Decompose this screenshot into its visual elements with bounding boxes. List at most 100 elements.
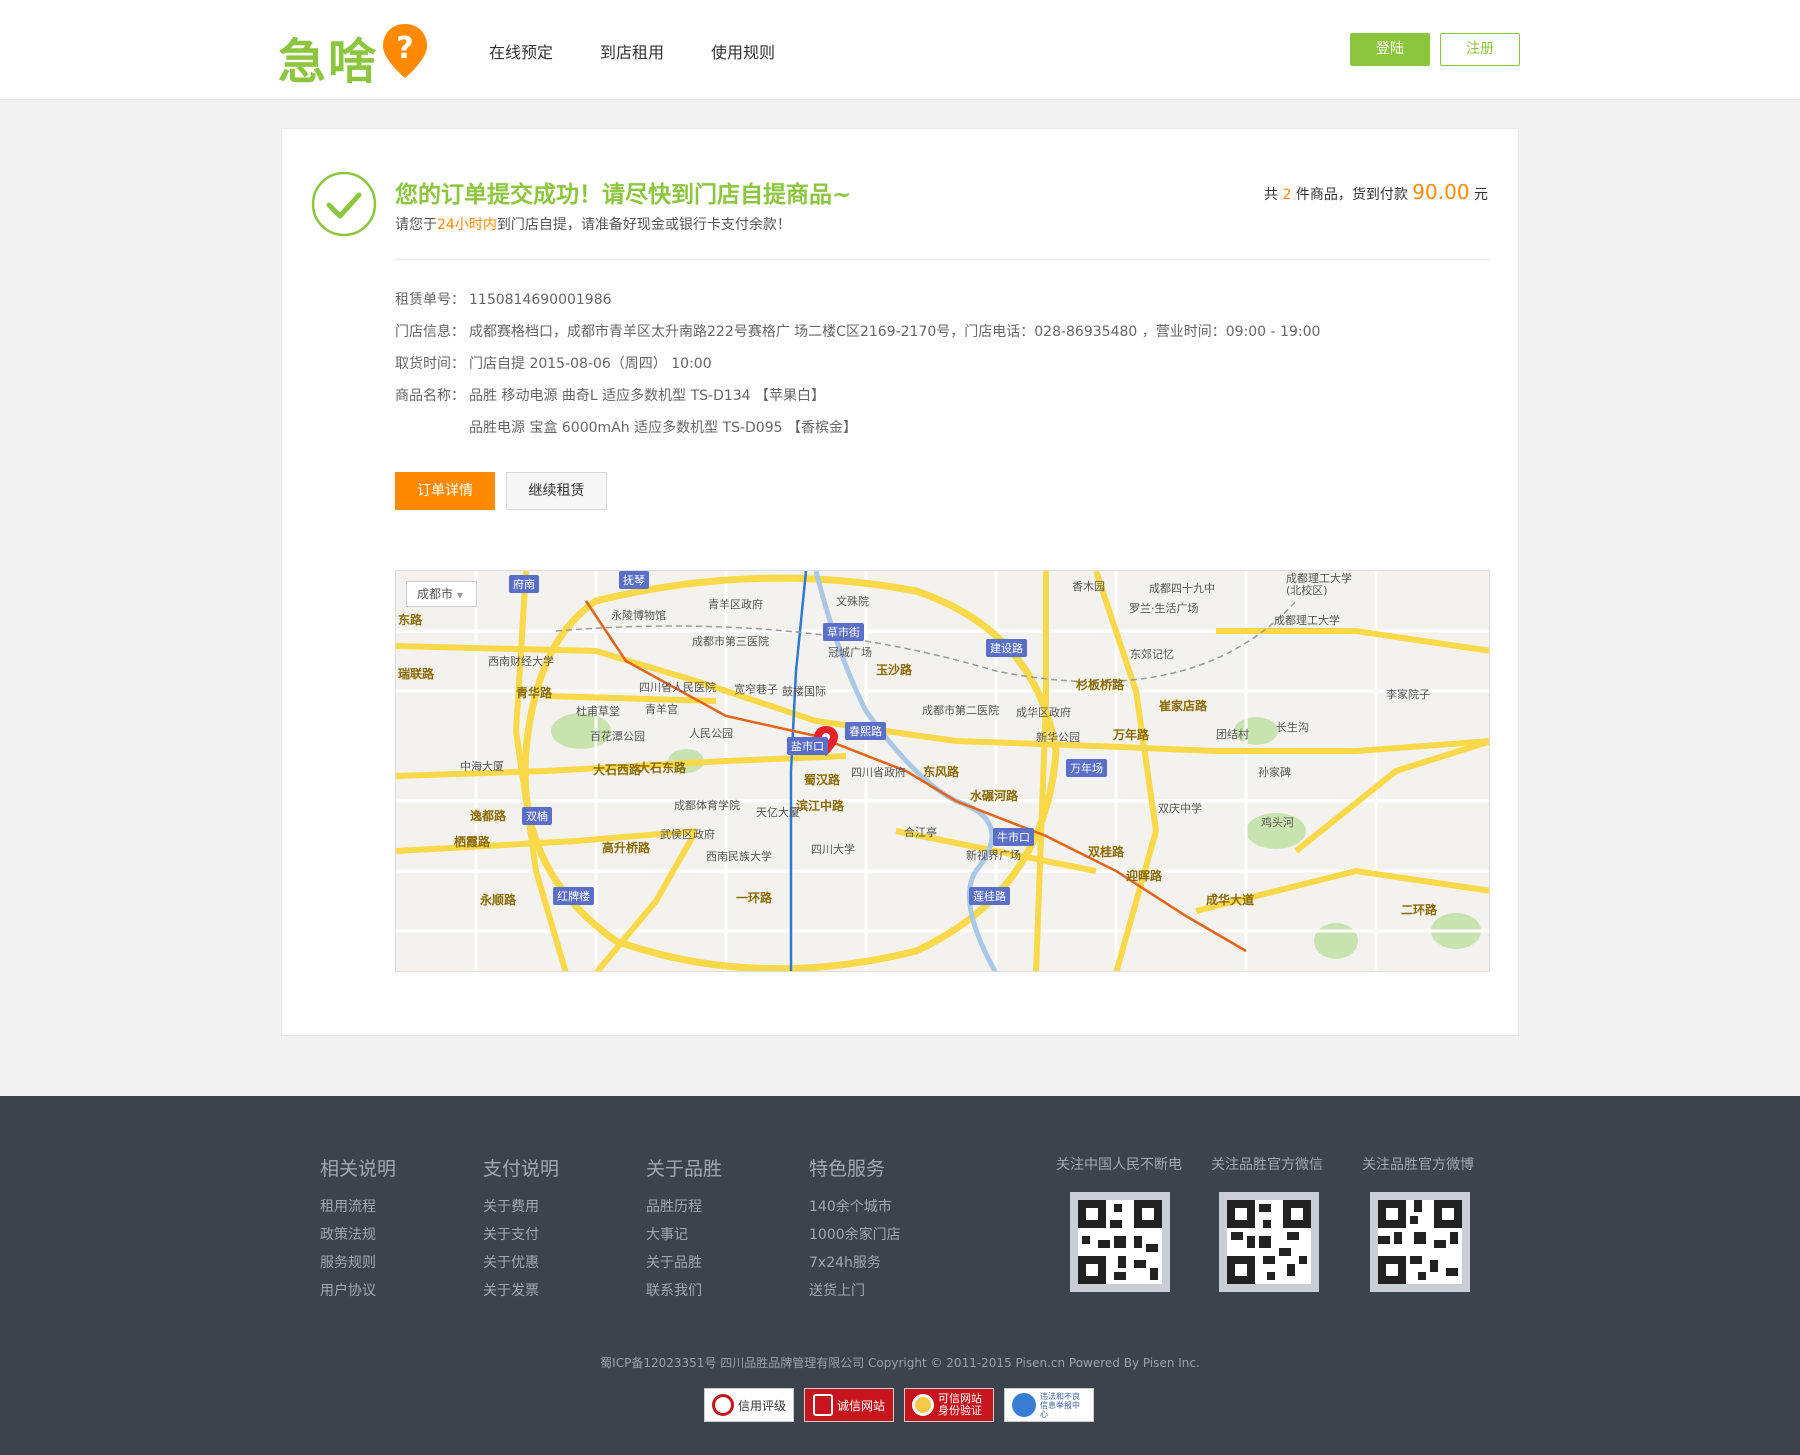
qr-title: 关注中国人民不断电 <box>1056 1157 1182 1173</box>
footer-link[interactable]: 关于发票 <box>483 1281 559 1309</box>
map-road: 崔家店路 <box>1159 699 1208 713</box>
map-place: 西南民族大学 <box>706 850 772 863</box>
map-place: 鼓楼国际 <box>782 685 826 698</box>
map-place: 长生沟 <box>1276 721 1309 734</box>
map-place: 宽窄巷子 <box>734 683 778 696</box>
map-place: 成华区政府 <box>1016 706 1071 719</box>
product-row-1: 商品名称： 品胜 移动电源 曲奇L 适应多数机型 TS-D134 【苹果白】 <box>395 386 1320 418</box>
summary-amount: 90.00 <box>1412 180 1470 204</box>
badge-label: 违法和不良信息举报中心 <box>1040 1391 1080 1419</box>
map-road: 水碾河路 <box>970 789 1019 803</box>
map-place: 鸡头河 <box>1261 816 1294 829</box>
divider <box>395 259 1490 260</box>
product-row-2: 品胜电源 宝盒 6000mAh 适应多数机型 TS-D095 【香槟金】 <box>395 418 1320 450</box>
footer-link[interactable]: 送货上门 <box>809 1281 901 1309</box>
product-label: 商品名称： <box>395 388 465 404</box>
map-park-area <box>1314 923 1358 959</box>
footer-link[interactable]: 大事记 <box>646 1225 722 1253</box>
footer-link[interactable]: 服务规则 <box>320 1253 396 1281</box>
map-place: 成都理工大学(北校区) <box>1286 572 1352 597</box>
map-place: 罗兰·生活广场 <box>1129 602 1199 615</box>
order-no-row: 租赁单号： 1150814690001986 <box>395 290 1320 322</box>
register-button[interactable]: 注册 <box>1440 33 1520 66</box>
success-sub-suffix: 到门店自提，请准备好现金或银行卡支付余款！ <box>496 217 791 233</box>
map-road: 杉板桥路 <box>1076 678 1125 692</box>
map-place: 西南财经大学 <box>488 655 554 668</box>
credit-rating-badge[interactable]: 信用评级 <box>704 1388 794 1422</box>
trusted-site-badge[interactable]: 可信网站身份验证 <box>904 1388 994 1422</box>
footer-link[interactable]: 政策法规 <box>320 1225 396 1253</box>
order-detail-button[interactable]: 订单详情 <box>395 472 495 510</box>
map-place: 四川大学 <box>811 843 855 856</box>
verify-icon <box>912 1394 934 1416</box>
map-place: 文殊院 <box>836 595 869 608</box>
map-road: 东风路 <box>923 765 960 779</box>
map-place: 四川省政府 <box>851 766 906 779</box>
login-button[interactable]: 登陆 <box>1350 33 1430 66</box>
success-subtitle: 请您于24小时内到门店自提，请准备好现金或银行卡支付余款！ <box>395 214 791 234</box>
continue-rent-button[interactable]: 继续租赁 <box>506 472 607 510</box>
map-place: 盐市口 <box>787 737 828 755</box>
footer-link[interactable]: 关于支付 <box>483 1225 559 1253</box>
summary-prefix: 共 <box>1264 187 1278 203</box>
qr-code-icon[interactable] <box>1370 1192 1470 1292</box>
map-city-select[interactable]: 成都市 ▼ <box>406 581 477 607</box>
qr-pattern <box>1378 1200 1462 1284</box>
footer-link[interactable]: 关于品胜 <box>646 1253 722 1281</box>
credit-icon <box>812 1394 833 1416</box>
map-road: 双桂路 <box>1088 845 1125 859</box>
store-info-value: 成都赛格档口，成都市青羊区太升南路222号赛格广 场二楼C区2169-2170号… <box>469 324 1321 340</box>
map-place: 四川省人民医院 <box>639 681 716 694</box>
product-name-1: 品胜 移动电源 曲奇L 适应多数机型 TS-D134 【苹果白】 <box>469 388 826 404</box>
store-map[interactable]: 成都市 ▼ 府南 抚琴 青羊区政府 文殊院 永陵博物馆 成都市第三医院 草市街 … <box>395 570 1490 972</box>
qr-pattern <box>1227 1200 1311 1284</box>
footer-link[interactable]: 联系我们 <box>646 1281 722 1309</box>
map-place: 双庆中学 <box>1158 802 1202 815</box>
qr-code-icon[interactable] <box>1219 1192 1319 1292</box>
map-city-label: 成都市 <box>417 587 454 601</box>
honest-site-badge[interactable]: 诚信网站 <box>804 1388 894 1422</box>
footer-link[interactable]: 品胜历程 <box>646 1197 722 1225</box>
pickup-time-row: 取货时间： 门店自提 2015-08-06（周四） 10:00 <box>395 354 1320 386</box>
qr-code-icon[interactable] <box>1070 1192 1170 1292</box>
footer-link[interactable]: 租用流程 <box>320 1197 396 1225</box>
logo-text: 急啥 <box>278 34 379 90</box>
nav-usage-rules[interactable]: 使用规则 <box>711 39 822 63</box>
product-name-2: 品胜电源 宝盒 6000mAh 适应多数机型 TS-D095 【香槟金】 <box>469 420 857 436</box>
map-place: 建设路 <box>986 639 1027 657</box>
map-road: 一环路 <box>736 891 773 905</box>
trust-badges: 信用评级 诚信网站 可信网站身份验证 违法和不良信息举报中心 <box>704 1388 1094 1422</box>
order-summary: 共 2 件商品，货到付款 90.00 元 <box>1264 180 1488 204</box>
footer-link[interactable]: 7x24h服务 <box>809 1253 901 1281</box>
footer-link[interactable]: 140余个城市 <box>809 1197 901 1225</box>
report-center-badge[interactable]: 违法和不良信息举报中心 <box>1004 1388 1094 1422</box>
qr-title: 关注品胜官方微信 <box>1211 1157 1323 1173</box>
footer-link[interactable]: 关于费用 <box>483 1197 559 1225</box>
map-road: 大石西路 <box>593 763 642 777</box>
store-info-row: 门店信息： 成都赛格档口，成都市青羊区太升南路222号赛格广 场二楼C区2169… <box>395 322 1320 354</box>
map-place: 成都体育学院 <box>674 799 740 812</box>
footer: 相关说明 租用流程 政策法规 服务规则 用户协议 支付说明 关于费用 关于支付 … <box>0 1096 1800 1455</box>
map-place: 李家院子 <box>1386 688 1430 701</box>
map-place: 人民公园 <box>689 727 733 740</box>
logo[interactable]: 急啥 ? <box>278 18 438 90</box>
map-road: 玉沙路 <box>876 663 913 677</box>
footer-col-related: 相关说明 租用流程 政策法规 服务规则 用户协议 <box>320 1154 396 1309</box>
map-road: 永顺路 <box>480 893 517 907</box>
badge-label: 可信网站身份验证 <box>938 1392 982 1417</box>
footer-link[interactable]: 关于优惠 <box>483 1253 559 1281</box>
nav-online-booking[interactable]: 在线预定 <box>489 39 600 63</box>
map-road: 大石东路 <box>638 761 687 775</box>
map-place: 抚琴 <box>619 571 649 589</box>
footer-col-title: 关于品胜 <box>646 1158 723 1180</box>
map-road: 栖霞路 <box>454 835 491 849</box>
footer-link[interactable]: 1000余家门店 <box>809 1225 901 1253</box>
footer-link[interactable]: 用户协议 <box>320 1281 396 1309</box>
map-road: 逸都路 <box>470 809 507 823</box>
map-place: 草市街 <box>823 623 864 641</box>
map-place: 东郊记忆 <box>1130 648 1174 661</box>
store-info-label: 门店信息： <box>395 324 465 340</box>
map-road: 高升桥路 <box>602 841 651 855</box>
nav-store-rent[interactable]: 到店租用 <box>600 39 711 63</box>
success-sub-highlight: 24小时内 <box>437 217 497 233</box>
